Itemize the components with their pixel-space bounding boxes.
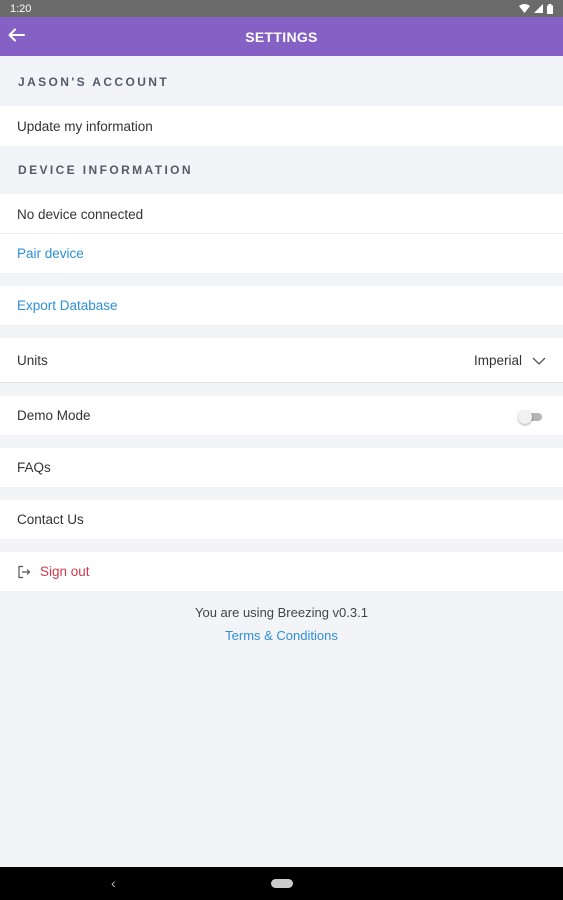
- sign-out-label: Sign out: [40, 564, 90, 579]
- device-status-row: No device connected: [0, 194, 563, 234]
- account-section-header: JASON'S ACCOUNT: [18, 75, 170, 89]
- demo-mode-row: Demo Mode: [0, 396, 563, 435]
- device-section-header: DEVICE INFORMATION: [18, 163, 193, 177]
- page-title: SETTINGS: [245, 28, 318, 45]
- app-bar: SETTINGS: [0, 17, 563, 56]
- export-database-link[interactable]: Export Database: [0, 286, 563, 325]
- demo-mode-label: Demo Mode: [17, 408, 91, 423]
- contact-us-row[interactable]: Contact Us: [0, 500, 563, 539]
- update-information-row[interactable]: Update my information: [0, 106, 563, 146]
- status-time: 1:20: [10, 2, 32, 15]
- units-label: Units: [17, 352, 48, 368]
- cell-signal-icon: [534, 4, 543, 13]
- app-version-text: You are using Breezing v0.3.1: [195, 605, 368, 620]
- divider: [0, 382, 563, 383]
- units-select[interactable]: Imperial: [474, 353, 546, 368]
- sign-out-row[interactable]: Sign out: [0, 552, 563, 591]
- faqs-row[interactable]: FAQs: [0, 448, 563, 487]
- chevron-down-icon: [532, 353, 546, 368]
- back-button[interactable]: [6, 26, 28, 48]
- status-bar: 1:20: [0, 0, 563, 17]
- wifi-icon: [519, 4, 530, 13]
- nav-back-icon[interactable]: ‹: [111, 875, 116, 891]
- system-nav-bar: ‹: [0, 867, 563, 900]
- pair-device-link[interactable]: Pair device: [0, 234, 563, 273]
- sign-out-icon: [17, 565, 31, 579]
- units-value: Imperial: [473, 352, 522, 368]
- battery-icon: [547, 3, 553, 14]
- nav-home-button[interactable]: [271, 879, 293, 888]
- arrow-left-icon: [8, 28, 26, 47]
- units-row[interactable]: Units Imperial: [0, 338, 563, 382]
- demo-mode-toggle[interactable]: [518, 409, 542, 424]
- terms-conditions-link[interactable]: Terms & Conditions: [0, 628, 563, 643]
